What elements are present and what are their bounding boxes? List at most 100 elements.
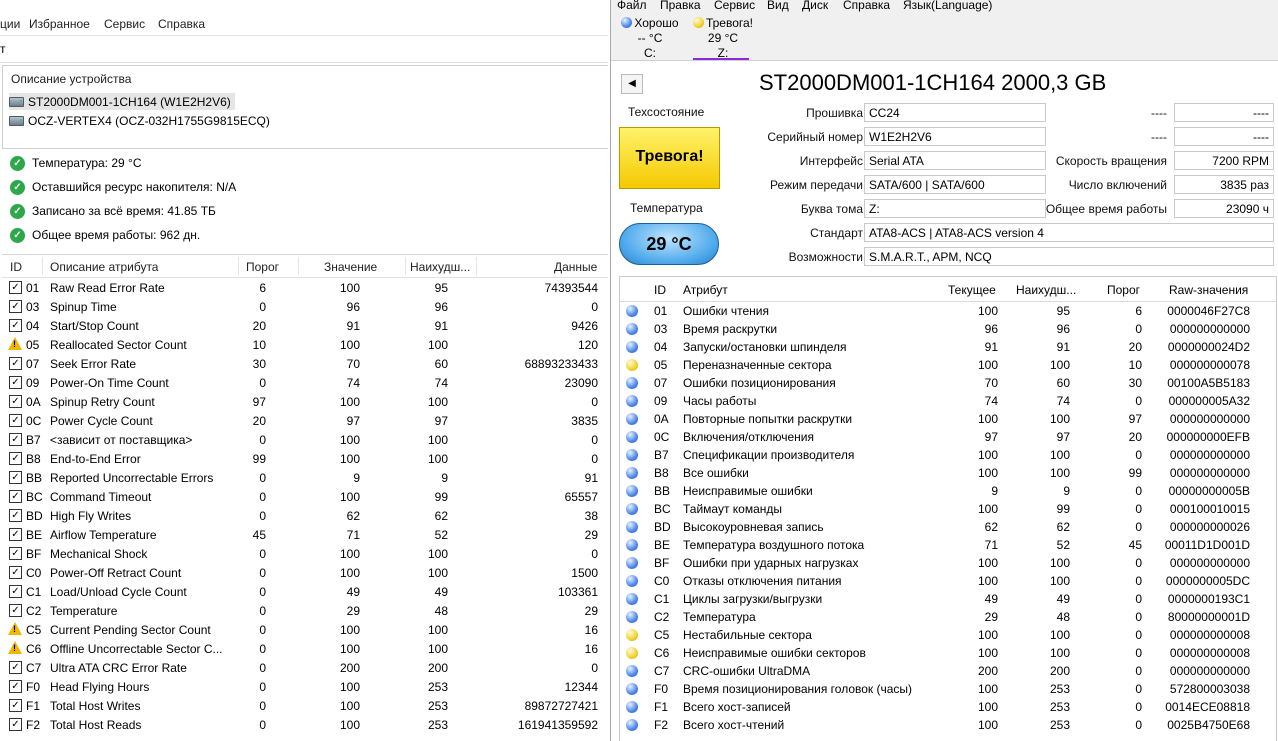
table-row[interactable]: ✓ C1 Load/Unload Cycle Count 0 49 49 103361 <box>2 582 608 601</box>
checkbox-checked-icon[interactable]: ✓ <box>9 357 22 370</box>
health-status-badge[interactable]: Тревога! <box>619 127 720 189</box>
checkbox-checked-icon[interactable]: ✓ <box>9 471 22 484</box>
table-row[interactable]: 0A Повторные попытки раскрутки 100 100 97 000… <box>620 410 1276 428</box>
table-row[interactable]: 04 Запуски/остановки шпинделя 91 91 20 000000… <box>620 338 1276 356</box>
table-row[interactable]: ✓ 0A Spinup Retry Count 97 100 100 0 <box>2 392 608 411</box>
table-row[interactable]: BF Ошибки при ударных нагрузках 100 100 0 000… <box>620 554 1276 572</box>
menu-service[interactable]: Сервис <box>714 0 755 12</box>
table-row[interactable]: ✓ F1 Total Host Writes 0 100 253 89872727421 <box>2 696 608 715</box>
table-row[interactable]: ✓ BF Mechanical Shock 0 100 100 0 <box>2 544 608 563</box>
table-row[interactable]: ✓ BE Airflow Temperature 45 71 52 29 <box>2 525 608 544</box>
table-row[interactable]: ✓ 04 Start/Stop Count 20 91 91 9426 <box>2 316 608 335</box>
table-row[interactable]: ✓ 09 Power-On Time Count 0 74 74 23090 <box>2 373 608 392</box>
col-threshold[interactable]: Порог <box>1107 283 1140 297</box>
menu-help[interactable]: Справка <box>843 0 890 12</box>
col-current[interactable]: Текущее <box>948 283 996 297</box>
checkbox-checked-icon[interactable]: ✓ <box>9 281 22 294</box>
checkbox-checked-icon[interactable]: ✓ <box>9 718 22 731</box>
checkbox-checked-icon[interactable]: ✓ <box>9 509 22 522</box>
table-row[interactable]: C6 Offline Uncorrectable Sector C... 0 100 1… <box>2 639 608 658</box>
drive-tab-c[interactable]: Хорошо -- °C C: <box>615 16 685 61</box>
table-row[interactable]: BB Неисправимые ошибки 9 9 0 00000000005B <box>620 482 1276 500</box>
col-value[interactable]: Значение <box>324 260 377 274</box>
table-row[interactable]: ✓ 0C Power Cycle Count 20 97 97 3835 <box>2 411 608 430</box>
menu-language[interactable]: Язык(Language) <box>903 0 992 12</box>
checkbox-checked-icon[interactable]: ✓ <box>9 433 22 446</box>
col-attribute[interactable]: Атрибут <box>683 283 728 297</box>
checkbox-checked-icon[interactable]: ✓ <box>9 566 22 579</box>
table-row[interactable]: C2 Температура 29 48 0 80000000001D <box>620 608 1276 626</box>
checkbox-checked-icon[interactable]: ✓ <box>9 452 22 465</box>
col-data[interactable]: Данные <box>554 260 597 274</box>
checkbox-checked-icon[interactable]: ✓ <box>9 547 22 560</box>
table-row[interactable]: ✓ C0 Power-Off Retract Count 0 100 100 1500 <box>2 563 608 582</box>
col-id[interactable]: ID <box>654 283 666 297</box>
table-row[interactable]: ✓ BC Command Timeout 0 100 99 65557 <box>2 487 608 506</box>
checkbox-checked-icon[interactable]: ✓ <box>9 376 22 389</box>
col-worst[interactable]: Наихудш... <box>1016 283 1076 297</box>
menu-edit[interactable]: Правка <box>660 0 701 12</box>
col-raw[interactable]: Raw-значения <box>1169 283 1248 297</box>
table-row[interactable]: ✓ B8 End-to-End Error 99 100 100 0 <box>2 449 608 468</box>
checkbox-checked-icon[interactable]: ✓ <box>9 414 22 427</box>
table-row[interactable]: ✓ F0 Head Flying Hours 0 100 253 12344 <box>2 677 608 696</box>
table-row[interactable]: C1 Циклы загрузки/выгрузки 49 49 0 0000000193… <box>620 590 1276 608</box>
checkbox-checked-icon[interactable]: ✓ <box>9 699 22 712</box>
checkbox-checked-icon[interactable]: ✓ <box>9 604 22 617</box>
table-row[interactable]: ✓ C7 Ultra ATA CRC Error Rate 0 200 200 0 <box>2 658 608 677</box>
checkbox-checked-icon[interactable]: ✓ <box>9 490 22 503</box>
toolbar-fragment[interactable]: т <box>0 42 6 56</box>
checkbox-checked-icon[interactable]: ✓ <box>9 395 22 408</box>
menu-disk[interactable]: Диск <box>802 0 828 12</box>
table-row[interactable]: ✓ 03 Spinup Time 0 96 96 0 <box>2 297 608 316</box>
table-row[interactable]: ✓ 01 Raw Read Error Rate 6 100 95 74393544 <box>2 278 608 297</box>
checkbox-checked-icon[interactable]: ✓ <box>9 585 22 598</box>
menu-item-service[interactable]: Сервис <box>104 17 145 31</box>
checkbox-checked-icon[interactable]: ✓ <box>9 528 22 541</box>
table-row[interactable]: 05 Переназначенные сектора 100 100 10 0000000… <box>620 356 1276 374</box>
device-item-ocz[interactable]: OCZ-VERTEX4 (OCZ-032H1755G9815ECQ) <box>9 112 274 129</box>
table-row[interactable]: 03 Время раскрутки 96 96 0 000000000000 <box>620 320 1276 338</box>
table-row[interactable]: 01 Ошибки чтения 100 95 6 0000046F27C8 <box>620 302 1276 320</box>
table-row[interactable]: F0 Время позиционирования головок (часы) 1… <box>620 680 1276 698</box>
previous-disk-button[interactable]: ◀ <box>621 74 643 94</box>
table-row[interactable]: B8 Все ошибки 100 100 99 000000000000 <box>620 464 1276 482</box>
col-id[interactable]: ID <box>10 260 22 274</box>
table-row[interactable]: BC Таймаут команды 100 99 0 000100010015 <box>620 500 1276 518</box>
menu-item-favorites[interactable]: Избранное <box>29 17 90 31</box>
col-attribute[interactable]: Описание атрибута <box>50 260 158 274</box>
table-row[interactable]: ✓ B7 <зависит от поставщика> 0 100 100 0 <box>2 430 608 449</box>
device-item-st2000[interactable]: ST2000DM001-1CH164 (W1E2H2V6) <box>9 93 235 110</box>
table-row[interactable]: 05 Reallocated Sector Count 10 100 100 120 <box>2 335 608 354</box>
table-row[interactable]: C0 Отказы отключения питания 100 100 0 000000… <box>620 572 1276 590</box>
table-row[interactable]: BD Высокоуровневая запись 62 62 0 00000000002… <box>620 518 1276 536</box>
table-row[interactable]: B7 Спецификации производителя 100 100 0 00000… <box>620 446 1276 464</box>
temperature-badge[interactable]: 29 °C <box>619 223 719 265</box>
menu-item-file-partial[interactable]: ции <box>0 17 20 31</box>
table-row[interactable]: C5 Нестабильные сектора 100 100 0 00000000000… <box>620 626 1276 644</box>
table-row[interactable]: BE Температура воздушного потока 71 52 45 000… <box>620 536 1276 554</box>
checkbox-checked-icon[interactable]: ✓ <box>9 319 22 332</box>
table-row[interactable]: F2 Всего хост-чтений 100 253 0 0025B4750E68 <box>620 716 1276 734</box>
checkbox-checked-icon[interactable]: ✓ <box>9 300 22 313</box>
menu-view[interactable]: Вид <box>767 0 789 12</box>
checkbox-checked-icon[interactable]: ✓ <box>9 680 22 693</box>
table-row[interactable]: F1 Всего хост-записей 100 253 0 0014ECE08818 <box>620 698 1276 716</box>
table-row[interactable]: C7 CRC-ошибки UltraDMA 200 200 0 000000000000 <box>620 662 1276 680</box>
menu-file[interactable]: Файл <box>617 0 647 12</box>
table-row[interactable]: ✓ 07 Seek Error Rate 30 70 60 68893233433 <box>2 354 608 373</box>
table-row[interactable]: C5 Current Pending Sector Count 0 100 100 16 <box>2 620 608 639</box>
table-row[interactable]: 07 Ошибки позиционирования 70 60 30 00100A5B5… <box>620 374 1276 392</box>
menu-item-help[interactable]: Справка <box>158 17 205 31</box>
checkbox-checked-icon[interactable]: ✓ <box>9 661 22 674</box>
col-threshold[interactable]: Порог <box>246 260 279 274</box>
drive-tab-z[interactable]: Тревога! 29 °C Z: <box>688 16 758 61</box>
table-row[interactable]: 0C Включения/отключения 97 97 20 000000000EFB <box>620 428 1276 446</box>
table-row[interactable]: ✓ BD High Fly Writes 0 62 62 38 <box>2 506 608 525</box>
table-row[interactable]: ✓ C2 Temperature 0 29 48 29 <box>2 601 608 620</box>
table-row[interactable]: ✓ BB Reported Uncorrectable Errors 0 9 9 91 <box>2 468 608 487</box>
table-row[interactable]: ✓ F2 Total Host Reads 0 100 253 161941359592 <box>2 715 608 734</box>
table-row[interactable]: C6 Неисправимые ошибки секторов 100 100 0 000… <box>620 644 1276 662</box>
table-row[interactable]: 09 Часы работы 74 74 0 000000005A32 <box>620 392 1276 410</box>
col-worst[interactable]: Наихудш... <box>410 260 470 274</box>
